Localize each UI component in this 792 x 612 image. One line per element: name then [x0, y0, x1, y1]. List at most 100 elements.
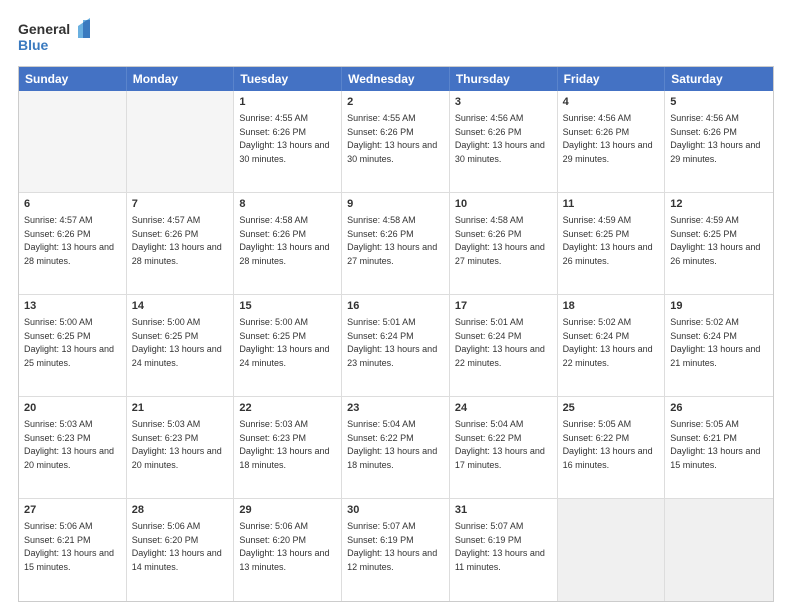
week-row-1: 1 Sunrise: 4:55 AM Sunset: 6:26 PM Daylight…	[19, 91, 773, 193]
day-number: 15	[239, 299, 336, 314]
daylight-text: Daylight: 13 hours and 18 minutes.	[347, 446, 437, 470]
week-row-2: 6 Sunrise: 4:57 AM Sunset: 6:26 PM Daylight…	[19, 193, 773, 295]
sunset-text: Sunset: 6:19 PM	[347, 535, 414, 545]
day-number: 11	[563, 197, 660, 212]
sunset-text: Sunset: 6:22 PM	[455, 433, 522, 443]
sunrise-text: Sunrise: 4:58 AM	[455, 215, 524, 225]
sunrise-text: Sunrise: 4:55 AM	[239, 113, 308, 123]
cal-cell: 2Sunrise: 4:55 AMSunset: 6:26 PMDaylight…	[342, 91, 450, 192]
daylight-text: Daylight: 13 hours and 22 minutes.	[563, 344, 653, 368]
sunrise-text: Sunrise: 5:06 AM	[24, 521, 93, 531]
sunrise-text: Sunrise: 4:56 AM	[670, 113, 739, 123]
cal-cell: 27Sunrise: 5:06 AMSunset: 6:21 PMDayligh…	[19, 499, 127, 601]
sunrise-text: Sunrise: 4:57 AM	[24, 215, 93, 225]
header-sunday: Sunday	[19, 67, 127, 91]
cal-cell: 18Sunrise: 5:02 AMSunset: 6:24 PMDayligh…	[558, 295, 666, 396]
calendar: SundayMondayTuesdayWednesdayThursdayFrid…	[18, 66, 774, 602]
cal-cell: 13Sunrise: 5:00 AMSunset: 6:25 PMDayligh…	[19, 295, 127, 396]
calendar-body: 1 Sunrise: 4:55 AM Sunset: 6:26 PM Daylight…	[19, 91, 773, 601]
header-thursday: Thursday	[450, 67, 558, 91]
cal-cell: 22Sunrise: 5:03 AMSunset: 6:23 PMDayligh…	[234, 397, 342, 498]
cal-cell: 16 Sunrise: 5:01 AM Sunset: 6:24 PM Dayligh…	[342, 295, 450, 396]
sunset-text: Sunset: 6:22 PM	[563, 433, 630, 443]
cal-cell: 12Sunrise: 4:59 AMSunset: 6:25 PMDayligh…	[665, 193, 773, 294]
sunset-text: Sunset: 6:26 PM	[670, 127, 737, 137]
day-number: 12	[670, 197, 768, 212]
svg-text:Blue: Blue	[18, 37, 49, 53]
sunrise-text: Sunrise: 5:04 AM	[347, 419, 416, 429]
day-number: 6	[24, 197, 121, 212]
day-number: 7	[132, 197, 229, 212]
cal-cell: 31Sunrise: 5:07 AMSunset: 6:19 PMDayligh…	[450, 499, 558, 601]
cal-cell: 25Sunrise: 5:05 AMSunset: 6:22 PMDayligh…	[558, 397, 666, 498]
daylight-text: Daylight: 13 hours and 20 minutes.	[132, 446, 222, 470]
sunset-text: Sunset: 6:26 PM	[347, 229, 414, 239]
day-number: 22	[239, 401, 336, 416]
logo-svg: General Blue	[18, 18, 98, 56]
daylight-text: Daylight: 13 hours and 24 minutes.	[132, 344, 222, 368]
daylight-text: Daylight: 13 hours and 30 minutes.	[455, 140, 545, 164]
sunset-text: Sunset: 6:26 PM	[563, 127, 630, 137]
cal-cell: 17Sunrise: 5:01 AMSunset: 6:24 PMDayligh…	[450, 295, 558, 396]
header-wednesday: Wednesday	[342, 67, 450, 91]
cal-cell: 7Sunrise: 4:57 AMSunset: 6:26 PMDaylight…	[127, 193, 235, 294]
sunrise-text: Sunrise: 5:01 AM	[347, 317, 416, 327]
cal-cell	[127, 91, 235, 192]
sunrise-text: Sunrise: 5:05 AM	[563, 419, 632, 429]
sunset-text: Sunset: 6:26 PM	[455, 127, 522, 137]
day-number: 16	[347, 299, 444, 314]
sunset-text: Sunset: 6:25 PM	[670, 229, 737, 239]
header: General Blue	[18, 18, 774, 56]
week-row-3: 13Sunrise: 5:00 AMSunset: 6:25 PMDayligh…	[19, 295, 773, 397]
day-number: 1	[239, 95, 336, 110]
daylight-text: Daylight: 13 hours and 21 minutes.	[670, 344, 760, 368]
daylight-text: Daylight: 13 hours and 28 minutes.	[239, 242, 329, 266]
day-number: 8	[239, 197, 336, 212]
sunrise-text: Sunrise: 4:57 AM	[132, 215, 201, 225]
cal-cell: 3Sunrise: 4:56 AMSunset: 6:26 PMDaylight…	[450, 91, 558, 192]
daylight-text: Daylight: 13 hours and 14 minutes.	[132, 548, 222, 572]
daylight-text: Daylight: 13 hours and 25 minutes.	[24, 344, 114, 368]
cal-cell: 6Sunrise: 4:57 AMSunset: 6:26 PMDaylight…	[19, 193, 127, 294]
day-number: 28	[132, 503, 229, 518]
daylight-text: Daylight: 13 hours and 26 minutes.	[563, 242, 653, 266]
sunset-text: Sunset: 6:24 PM	[347, 331, 414, 341]
day-number: 21	[132, 401, 229, 416]
sunset-text: Sunset: 6:26 PM	[347, 127, 414, 137]
cal-cell: 21Sunrise: 5:03 AMSunset: 6:23 PMDayligh…	[127, 397, 235, 498]
cal-cell: 24Sunrise: 5:04 AMSunset: 6:22 PMDayligh…	[450, 397, 558, 498]
cal-cell: 14Sunrise: 5:00 AMSunset: 6:25 PMDayligh…	[127, 295, 235, 396]
daylight-text: Daylight: 13 hours and 27 minutes.	[455, 242, 545, 266]
sunset-text: Sunset: 6:23 PM	[132, 433, 199, 443]
daylight-text: Daylight: 13 hours and 28 minutes.	[24, 242, 114, 266]
sunrise-text: Sunrise: 5:06 AM	[239, 521, 308, 531]
daylight-text: Daylight: 13 hours and 23 minutes.	[347, 344, 437, 368]
daylight-text: Daylight: 13 hours and 15 minutes.	[24, 548, 114, 572]
day-number: 29	[239, 503, 336, 518]
cal-cell: 23Sunrise: 5:04 AMSunset: 6:22 PMDayligh…	[342, 397, 450, 498]
sunrise-text: Sunrise: 5:07 AM	[455, 521, 524, 531]
daylight-text: Daylight: 13 hours and 24 minutes.	[239, 344, 329, 368]
cal-cell	[665, 499, 773, 601]
sunrise-text: Sunrise: 5:03 AM	[239, 419, 308, 429]
daylight-text: Daylight: 13 hours and 20 minutes.	[24, 446, 114, 470]
sunset-text: Sunset: 6:24 PM	[563, 331, 630, 341]
day-number: 26	[670, 401, 768, 416]
sunrise-text: Sunrise: 4:58 AM	[239, 215, 308, 225]
sunset-text: Sunset: 6:26 PM	[455, 229, 522, 239]
cal-cell: 30Sunrise: 5:07 AMSunset: 6:19 PMDayligh…	[342, 499, 450, 601]
cal-cell: 5Sunrise: 4:56 AMSunset: 6:26 PMDaylight…	[665, 91, 773, 192]
day-number: 19	[670, 299, 768, 314]
daylight-text: Daylight: 13 hours and 29 minutes.	[563, 140, 653, 164]
daylight-text: Daylight: 13 hours and 28 minutes.	[132, 242, 222, 266]
daylight-text: Daylight: 13 hours and 11 minutes.	[455, 548, 545, 572]
sunset-text: Sunset: 6:20 PM	[239, 535, 306, 545]
sunset-text: Sunset: 6:23 PM	[24, 433, 91, 443]
day-number: 24	[455, 401, 552, 416]
svg-text:General: General	[18, 21, 70, 37]
day-number: 9	[347, 197, 444, 212]
daylight-text: Daylight: 13 hours and 30 minutes.	[239, 140, 329, 164]
day-number: 31	[455, 503, 552, 518]
day-number: 20	[24, 401, 121, 416]
day-number: 5	[670, 95, 768, 110]
